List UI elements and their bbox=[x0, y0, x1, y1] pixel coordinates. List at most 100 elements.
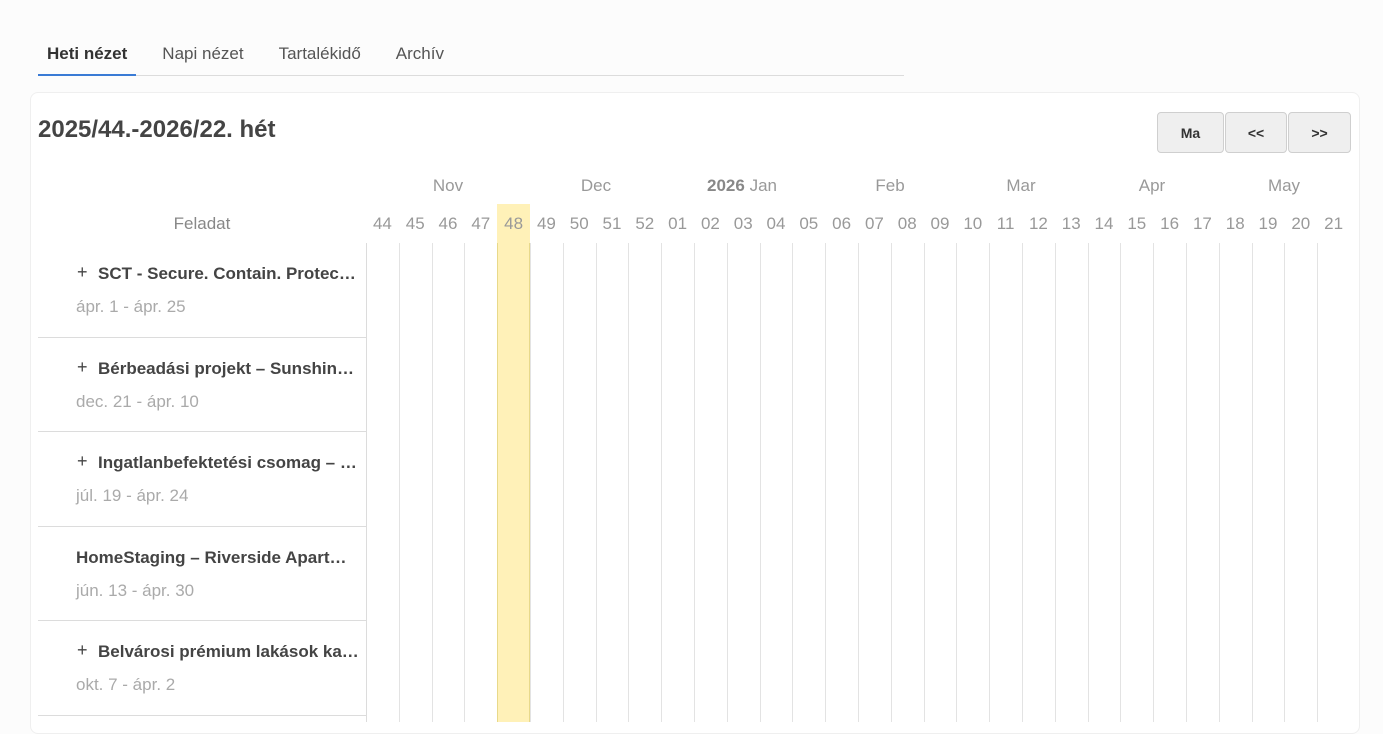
week-column bbox=[1120, 243, 1153, 722]
week-column bbox=[1284, 243, 1317, 722]
month-label: Dec bbox=[580, 176, 612, 195]
week-column bbox=[497, 243, 530, 722]
week-header: 44 45 46 47 48 49 50 51 52 01 02 03 04 05 06 07 08 09 10 11… bbox=[366, 204, 1350, 243]
week-column bbox=[956, 243, 989, 722]
today-button[interactable]: Ma bbox=[1157, 112, 1224, 153]
task-row[interactable]: + Bérbeadási projekt – Sunshine Residenc… bbox=[38, 338, 366, 433]
previous-button[interactable]: << bbox=[1225, 112, 1287, 153]
week-column bbox=[562, 243, 596, 722]
week-label: 50 bbox=[569, 214, 589, 233]
tab-reserve-time[interactable]: Tartalékidő bbox=[270, 44, 370, 76]
week-label: 48 bbox=[497, 204, 530, 243]
week-label: 19 bbox=[1258, 214, 1278, 233]
year-label: 2026 bbox=[707, 176, 745, 195]
week-column bbox=[1087, 243, 1121, 722]
week-column bbox=[366, 243, 399, 722]
month-header: Nov Dec 2026 Jan Feb Mar Apr May bbox=[366, 176, 1350, 200]
week-column bbox=[1022, 243, 1055, 722]
next-button[interactable]: >> bbox=[1288, 112, 1351, 153]
month-label: Nov bbox=[432, 176, 464, 195]
week-label: 06 bbox=[832, 214, 852, 233]
week-column bbox=[464, 243, 497, 722]
task-name: Bérbeadási projekt – Sunshine Residence bbox=[98, 358, 361, 378]
week-label: 12 bbox=[1028, 214, 1048, 233]
week-column bbox=[1317, 243, 1350, 722]
week-column bbox=[825, 243, 858, 722]
expand-plus-icon[interactable]: + bbox=[77, 357, 88, 378]
task-row[interactable]: + Belvárosi prémium lakások kampány okt.… bbox=[38, 621, 366, 716]
navigation-buttons: Ma << >> bbox=[1157, 112, 1352, 153]
expand-plus-icon[interactable]: + bbox=[77, 451, 88, 472]
week-column bbox=[989, 243, 1022, 722]
task-row[interactable]: HomeStaging – Riverside Apartments jún. … bbox=[38, 527, 366, 622]
week-label: 46 bbox=[438, 214, 458, 233]
week-column bbox=[759, 243, 793, 722]
task-dates: júl. 19 - ápr. 24 bbox=[76, 486, 189, 506]
week-label: 45 bbox=[405, 214, 425, 233]
week-label: 05 bbox=[799, 214, 819, 233]
week-column bbox=[792, 243, 825, 722]
task-row[interactable]: + SCT - Secure. Contain. Protect. Bővíté… bbox=[38, 243, 366, 338]
expand-plus-icon[interactable]: + bbox=[77, 640, 88, 661]
tab-daily-view[interactable]: Napi nézet bbox=[153, 44, 252, 76]
week-label: 17 bbox=[1192, 214, 1212, 233]
week-label: 52 bbox=[635, 214, 655, 233]
week-column bbox=[890, 243, 924, 722]
week-label: 16 bbox=[1160, 214, 1180, 233]
week-label: 01 bbox=[668, 214, 688, 233]
week-column bbox=[1186, 243, 1219, 722]
week-label: 13 bbox=[1061, 214, 1081, 233]
task-column-header: Feladat bbox=[173, 214, 231, 233]
week-label: 03 bbox=[733, 214, 753, 233]
period-title: 2025/44.-2026/22. hét bbox=[38, 116, 276, 143]
task-dates: dec. 21 - ápr. 10 bbox=[76, 391, 199, 411]
week-label: 07 bbox=[864, 214, 884, 233]
week-label: 10 bbox=[963, 214, 983, 233]
week-column bbox=[1153, 243, 1186, 722]
task-name: SCT - Secure. Contain. Protect. Bővítés bbox=[98, 264, 361, 283]
expand-plus-icon[interactable]: + bbox=[77, 262, 88, 283]
week-column bbox=[1218, 243, 1252, 722]
tab-weekly-view[interactable]: Heti nézet bbox=[38, 44, 137, 76]
week-column bbox=[1251, 243, 1285, 722]
week-column bbox=[398, 243, 432, 722]
week-label: 15 bbox=[1127, 214, 1147, 233]
task-dates: okt. 7 - ápr. 2 bbox=[76, 675, 176, 695]
week-column bbox=[694, 243, 727, 722]
month-label: May bbox=[1267, 176, 1301, 195]
task-name: Belvárosi prémium lakások kampány bbox=[98, 642, 361, 662]
month-label: 2026 Jan bbox=[707, 176, 777, 195]
week-label: 49 bbox=[536, 214, 556, 233]
week-label: 21 bbox=[1324, 214, 1344, 233]
task-row[interactable]: + Ingatlanbefektetési csomag – Central j… bbox=[38, 432, 366, 527]
week-label: 04 bbox=[766, 214, 786, 233]
week-label: 08 bbox=[897, 214, 917, 233]
task-name: HomeStaging – Riverside Apartments bbox=[76, 547, 361, 567]
week-label: 47 bbox=[471, 214, 491, 233]
tab-archive[interactable]: Archív bbox=[387, 44, 453, 76]
task-list: + SCT - Secure. Contain. Protect. Bővíté… bbox=[38, 243, 367, 722]
week-label: 51 bbox=[602, 214, 622, 233]
week-column bbox=[1054, 243, 1088, 722]
week-label: 02 bbox=[700, 214, 720, 233]
week-label: 18 bbox=[1225, 214, 1245, 233]
task-dates: jún. 13 - ápr. 30 bbox=[76, 580, 195, 600]
task-name: Ingatlanbefektetési csomag – Central bbox=[98, 453, 361, 473]
week-column bbox=[431, 243, 465, 722]
week-label: 44 bbox=[372, 214, 392, 233]
month-label: Feb bbox=[875, 176, 905, 195]
week-column bbox=[661, 243, 694, 722]
week-column bbox=[923, 243, 957, 722]
month-label: Mar bbox=[1006, 176, 1036, 195]
week-column bbox=[726, 243, 760, 722]
week-label: 20 bbox=[1291, 214, 1311, 233]
week-column bbox=[530, 243, 563, 722]
month-label: Apr bbox=[1138, 176, 1166, 195]
week-label: 11 bbox=[996, 214, 1015, 233]
task-dates: ápr. 1 - ápr. 25 bbox=[76, 297, 186, 316]
week-column bbox=[628, 243, 661, 722]
week-label: 14 bbox=[1094, 214, 1114, 233]
view-tabs: Heti nézet Napi nézet Tartalékidő Archív bbox=[38, 30, 904, 76]
week-column bbox=[858, 243, 891, 722]
timeline-grid bbox=[366, 243, 1350, 722]
